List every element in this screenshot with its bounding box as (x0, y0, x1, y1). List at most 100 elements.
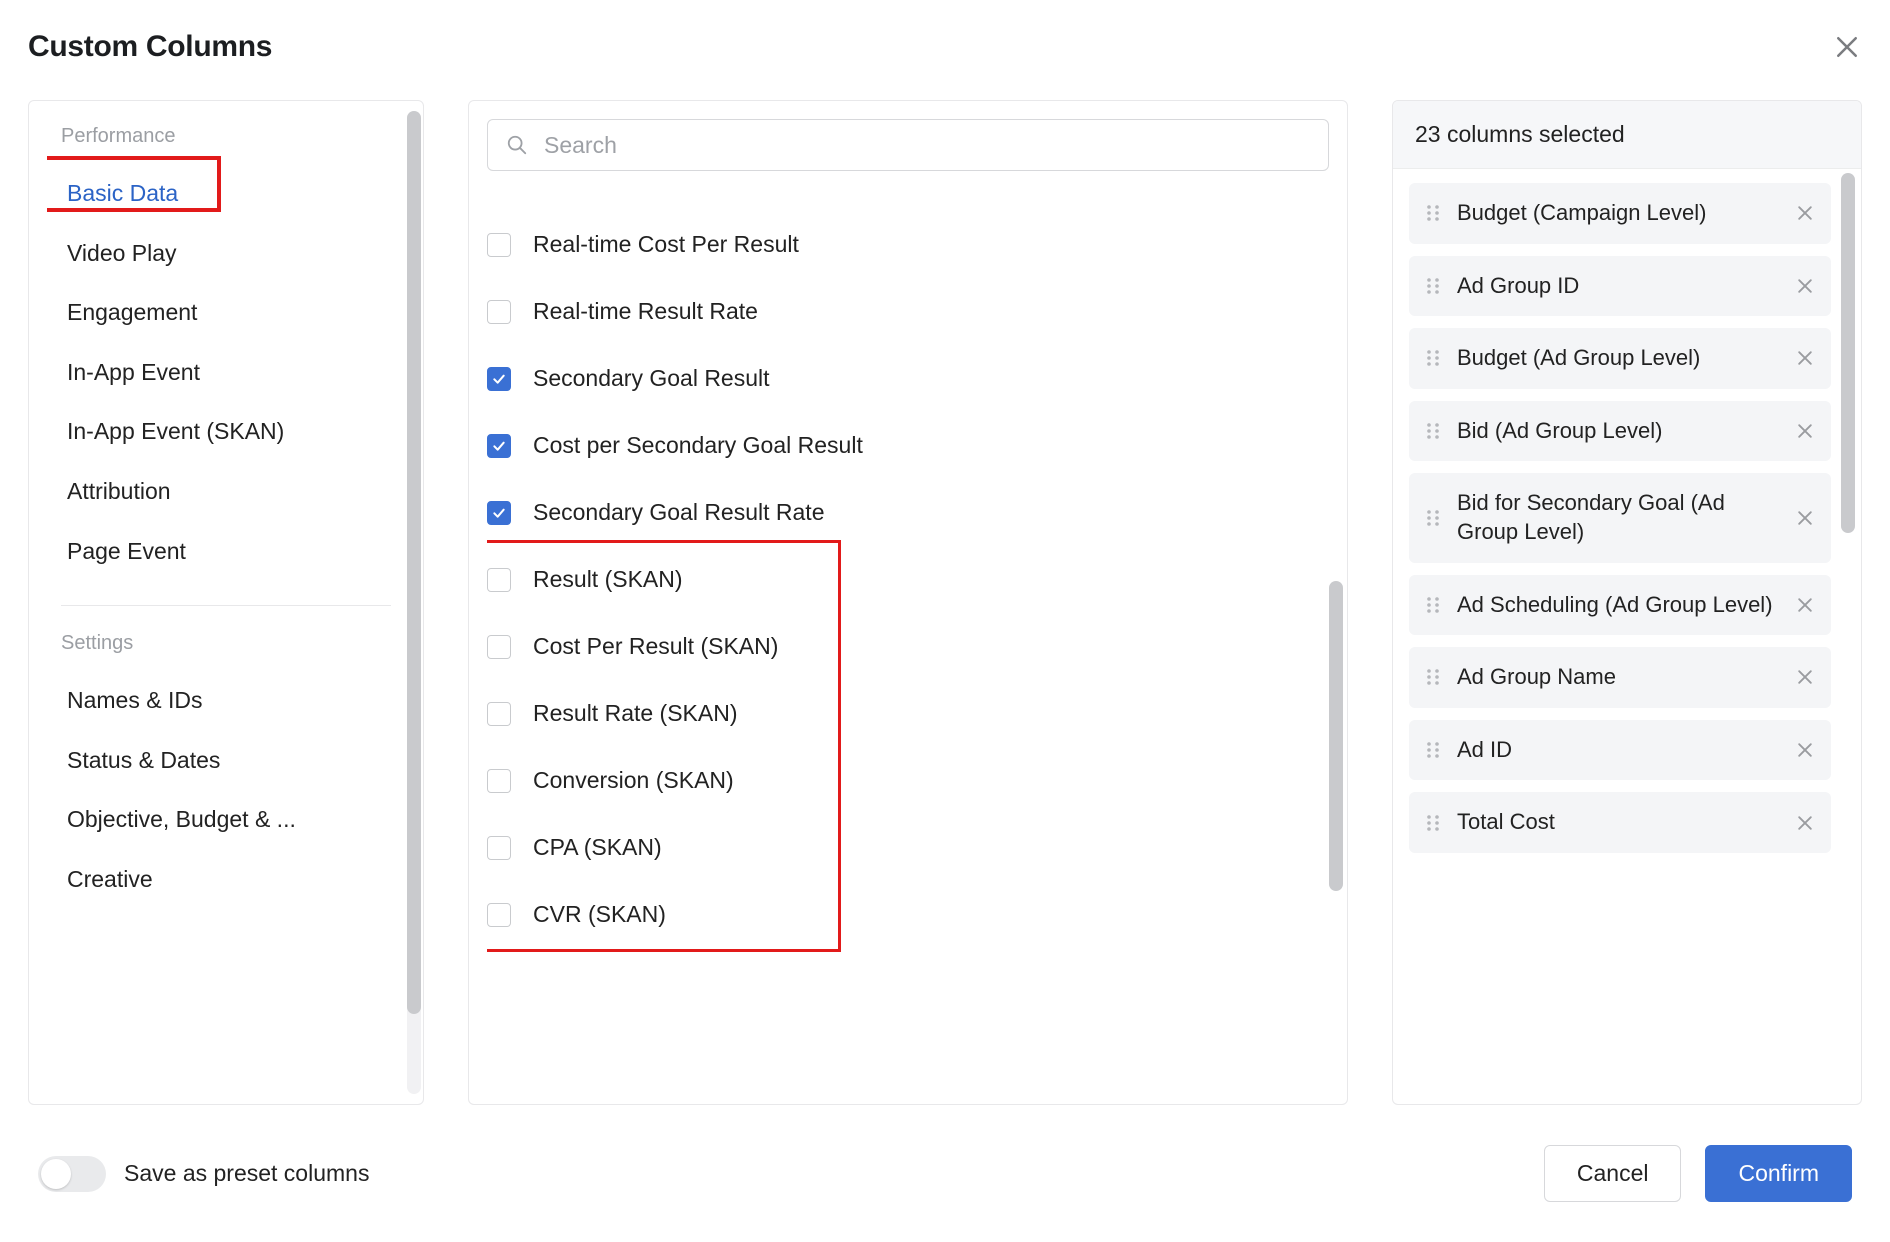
option-row[interactable]: Secondary Goal Result (487, 345, 1329, 412)
close-icon (1795, 813, 1815, 833)
checkbox[interactable] (487, 568, 511, 592)
option-row[interactable]: Real-time Cost Per Result (487, 211, 1329, 278)
sidebar-item-attribution[interactable]: Attribution (47, 462, 405, 522)
option-row[interactable]: Secondary Goal Result Rate (487, 479, 1329, 546)
options-list: Real-time Cost Per Result Real-time Resul… (487, 211, 1329, 1086)
selected-column-pill[interactable]: Bid for Secondary Goal (Ad Group Level) (1409, 473, 1831, 562)
selected-column-pill[interactable]: Total Cost (1409, 792, 1831, 853)
sidebar-item-engagement[interactable]: Engagement (47, 283, 405, 343)
option-row[interactable]: CVR (SKAN) (487, 881, 1329, 948)
option-row[interactable]: Conversion (SKAN) (487, 747, 1329, 814)
drag-handle-icon[interactable] (1425, 346, 1441, 370)
checkbox[interactable] (487, 501, 511, 525)
checkbox[interactable] (487, 300, 511, 324)
option-label: CVR (SKAN) (533, 901, 666, 928)
checkbox[interactable] (487, 367, 511, 391)
scrollbar-thumb[interactable] (407, 111, 421, 1014)
drag-handle-icon[interactable] (1425, 201, 1441, 225)
close-icon (1795, 276, 1815, 296)
sidebar-item-page-event[interactable]: Page Event (47, 522, 405, 582)
selected-column-pill[interactable]: Ad Group Name (1409, 647, 1831, 708)
option-row[interactable]: Result (SKAN) (487, 546, 1329, 613)
close-icon (1795, 740, 1815, 760)
close-icon (1795, 348, 1815, 368)
selected-column-label: Bid (Ad Group Level) (1457, 417, 1779, 446)
check-icon (491, 371, 507, 387)
sidebar-divider (61, 605, 391, 606)
switch-knob (41, 1159, 71, 1189)
selected-count-header: 23 columns selected (1393, 101, 1861, 169)
sidebar-item-creative[interactable]: Creative (47, 850, 405, 910)
drag-handle-icon[interactable] (1425, 593, 1441, 617)
close-button[interactable] (1832, 32, 1862, 62)
save-preset-toggle[interactable] (38, 1156, 106, 1192)
custom-columns-modal: Custom Columns Performance Basic Data Vi… (0, 0, 1890, 1242)
remove-column-button[interactable] (1795, 421, 1815, 441)
cancel-button[interactable]: Cancel (1544, 1145, 1682, 1202)
selected-column-label: Bid for Secondary Goal (Ad Group Level) (1457, 489, 1779, 546)
drag-handle-icon[interactable] (1425, 665, 1441, 689)
option-row[interactable]: Real-time Result Rate (487, 278, 1329, 345)
drag-handle-icon[interactable] (1425, 274, 1441, 298)
check-icon (491, 505, 507, 521)
sidebar-item-video-play[interactable]: Video Play (47, 224, 405, 284)
sidebar-item-in-app-event-skan[interactable]: In-App Event (SKAN) (47, 402, 405, 462)
option-label: Real-time Result Rate (533, 298, 758, 325)
close-icon (1832, 32, 1862, 62)
selected-column-pill[interactable]: Budget (Campaign Level) (1409, 183, 1831, 244)
drag-handle-icon[interactable] (1425, 738, 1441, 762)
close-icon (1795, 508, 1815, 528)
drag-handle-icon[interactable] (1425, 419, 1441, 443)
checkbox[interactable] (487, 434, 511, 458)
sidebar-item-objective-budget[interactable]: Objective, Budget & ... (47, 790, 405, 850)
search-input[interactable] (542, 131, 1310, 160)
option-row[interactable]: Result Rate (SKAN) (487, 680, 1329, 747)
modal-footer: Save as preset columns Cancel Confirm (28, 1105, 1862, 1242)
checkbox[interactable] (487, 836, 511, 860)
modal-body: Performance Basic Data Video Play Engage… (28, 100, 1862, 1105)
scrollbar-thumb[interactable] (1329, 581, 1343, 891)
drag-handle-icon[interactable] (1425, 811, 1441, 835)
option-label: Cost per Secondary Goal Result (533, 432, 863, 459)
sidebar: Performance Basic Data Video Play Engage… (28, 100, 424, 1105)
checkbox[interactable] (487, 903, 511, 927)
remove-column-button[interactable] (1795, 276, 1815, 296)
remove-column-button[interactable] (1795, 667, 1815, 687)
remove-column-button[interactable] (1795, 740, 1815, 760)
confirm-button[interactable]: Confirm (1705, 1145, 1852, 1202)
checkbox[interactable] (487, 233, 511, 257)
sidebar-item-basic-data[interactable]: Basic Data (47, 164, 405, 224)
option-row[interactable]: Cost Per Result (SKAN) (487, 613, 1329, 680)
save-preset-toggle-group: Save as preset columns (38, 1156, 369, 1192)
drag-handle-icon[interactable] (1425, 506, 1441, 530)
close-icon (1795, 203, 1815, 223)
sidebar-item-status-dates[interactable]: Status & Dates (47, 731, 405, 791)
checkbox[interactable] (487, 769, 511, 793)
checkbox[interactable] (487, 702, 511, 726)
selected-column-pill[interactable]: Budget (Ad Group Level) (1409, 328, 1831, 389)
close-icon (1795, 595, 1815, 615)
selected-column-pill[interactable]: Ad Scheduling (Ad Group Level) (1409, 575, 1831, 636)
remove-column-button[interactable] (1795, 813, 1815, 833)
option-row[interactable]: CPA (SKAN) (487, 814, 1329, 881)
selected-column-label: Ad ID (1457, 736, 1779, 765)
close-icon (1795, 421, 1815, 441)
sidebar-item-in-app-event[interactable]: In-App Event (47, 343, 405, 403)
selected-column-label: Ad Group Name (1457, 663, 1779, 692)
option-row[interactable]: Cost per Secondary Goal Result (487, 412, 1329, 479)
option-label: Conversion (SKAN) (533, 767, 734, 794)
selected-column-pill[interactable]: Bid (Ad Group Level) (1409, 401, 1831, 462)
selected-column-pill[interactable]: Ad ID (1409, 720, 1831, 781)
scrollbar-thumb[interactable] (1841, 173, 1855, 533)
selected-column-label: Budget (Ad Group Level) (1457, 344, 1779, 373)
remove-column-button[interactable] (1795, 203, 1815, 223)
sidebar-item-names-ids[interactable]: Names & IDs (47, 671, 405, 731)
remove-column-button[interactable] (1795, 508, 1815, 528)
sidebar-scroll[interactable]: Performance Basic Data Video Play Engage… (47, 119, 423, 1086)
remove-column-button[interactable] (1795, 348, 1815, 368)
remove-column-button[interactable] (1795, 595, 1815, 615)
checkbox[interactable] (487, 635, 511, 659)
selected-column-pill[interactable]: Ad Group ID (1409, 256, 1831, 317)
option-label: Result (SKAN) (533, 566, 683, 593)
search-field[interactable] (487, 119, 1329, 171)
